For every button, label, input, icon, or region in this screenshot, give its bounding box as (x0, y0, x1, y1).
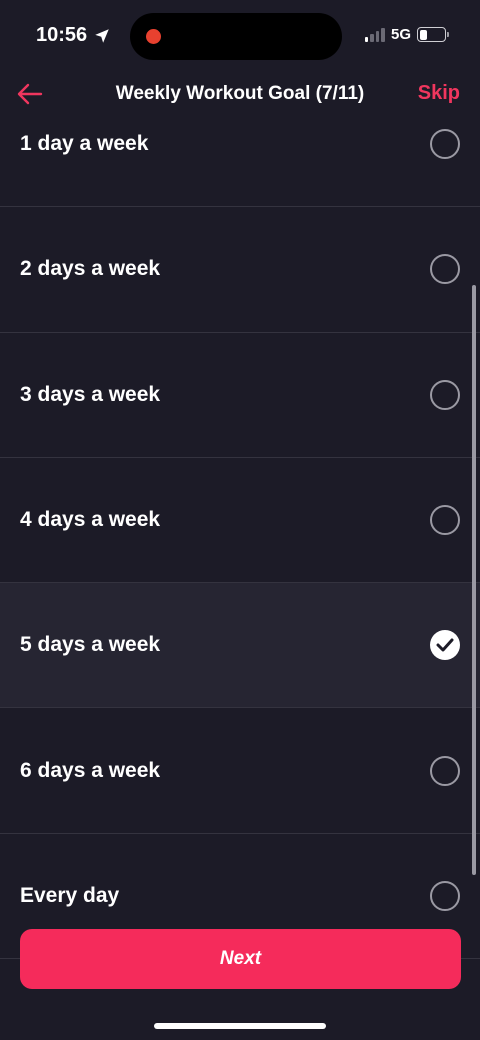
scrollbar[interactable] (472, 285, 476, 875)
goal-option-1[interactable]: 1 day a week (0, 82, 480, 208)
goal-option-3[interactable]: 3 days a week (0, 333, 480, 458)
cellular-signal-icon (364, 27, 385, 42)
status-indicators: 5G (364, 26, 449, 43)
next-button[interactable]: Next (20, 929, 461, 989)
radio-button[interactable] (430, 505, 460, 536)
screen: 10:56 5G Weekly Workout Goal (7/11) Skip… (0, 0, 480, 1040)
goal-option-label: Every day (20, 883, 120, 907)
goal-option-label: 3 days a week (20, 382, 161, 406)
goal-option-label: 6 days a week (20, 758, 161, 782)
radio-button[interactable] (430, 755, 460, 786)
goal-option-6[interactable]: 6 days a week (0, 708, 480, 834)
status-time: 10:56 (36, 24, 111, 47)
radio-button[interactable] (430, 254, 460, 285)
status-bar: 10:56 5G (0, 0, 480, 72)
radio-button[interactable] (430, 379, 460, 410)
goal-options-list: 1 day a week 2 days a week 3 days a week… (0, 82, 480, 960)
location-arrow-icon (95, 28, 109, 43)
goal-option-label: 5 days a week (20, 633, 161, 657)
radio-button[interactable] (430, 129, 460, 160)
goal-option-2[interactable]: 2 days a week (0, 207, 480, 333)
home-indicator (154, 1023, 326, 1029)
dynamic-island (130, 13, 342, 60)
status-time-text: 10:56 (36, 24, 88, 46)
goal-option-4[interactable]: 4 days a week (0, 458, 480, 584)
battery-icon (417, 27, 449, 42)
radio-button[interactable] (430, 880, 460, 911)
goal-option-5[interactable]: 5 days a week (0, 583, 480, 709)
recording-indicator-icon (146, 29, 161, 44)
checkmark-icon (436, 638, 454, 652)
network-type: 5G (390, 26, 411, 43)
goal-option-label: 4 days a week (20, 508, 161, 532)
radio-button[interactable] (430, 630, 460, 661)
goal-option-label: 2 days a week (20, 257, 161, 281)
goal-option-label: 1 day a week (20, 132, 149, 156)
